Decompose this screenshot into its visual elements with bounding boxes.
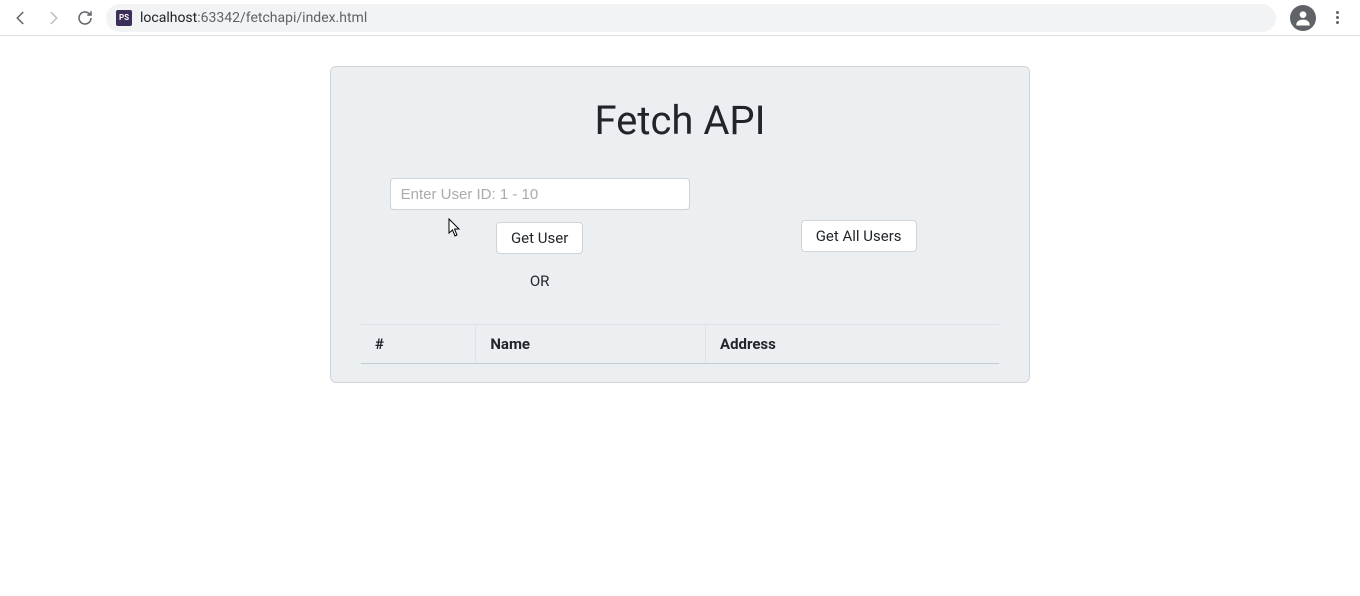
page-title: Fetch API <box>361 97 999 144</box>
nav-buttons <box>8 9 98 27</box>
profile-icon[interactable] <box>1290 5 1316 31</box>
kebab-menu-icon[interactable] <box>1328 9 1346 27</box>
page-content: Fetch API Get User OR Get All Users # Na… <box>0 36 1360 383</box>
main-card: Fetch API Get User OR Get All Users # Na… <box>330 66 1030 383</box>
table-header-name: Name <box>476 325 706 364</box>
forward-icon[interactable] <box>44 9 62 27</box>
url-path: :63342/fetchapi/index.html <box>197 10 367 26</box>
url-text: localhost:63342/fetchapi/index.html <box>140 10 367 26</box>
all-users-column: Get All Users <box>718 178 999 252</box>
or-divider: OR <box>530 272 550 290</box>
get-user-button[interactable]: Get User <box>496 222 583 254</box>
users-table: # Name Address <box>361 324 999 364</box>
table-header-id: # <box>361 325 476 364</box>
table-header-row: # Name Address <box>361 325 999 364</box>
get-all-users-button[interactable]: Get All Users <box>801 220 917 252</box>
reload-icon[interactable] <box>76 9 94 27</box>
back-icon[interactable] <box>12 9 30 27</box>
user-id-input[interactable] <box>390 178 690 210</box>
browser-toolbar: PS localhost:63342/fetchapi/index.html <box>0 0 1360 36</box>
table-header-address: Address <box>706 325 1000 364</box>
address-bar[interactable]: PS localhost:63342/fetchapi/index.html <box>106 4 1276 32</box>
controls-row: Get User OR Get All Users <box>361 178 999 290</box>
favicon-icon: PS <box>116 10 132 26</box>
single-user-column: Get User OR <box>361 178 718 290</box>
url-host: localhost <box>140 10 197 26</box>
browser-right-icons <box>1284 5 1352 31</box>
